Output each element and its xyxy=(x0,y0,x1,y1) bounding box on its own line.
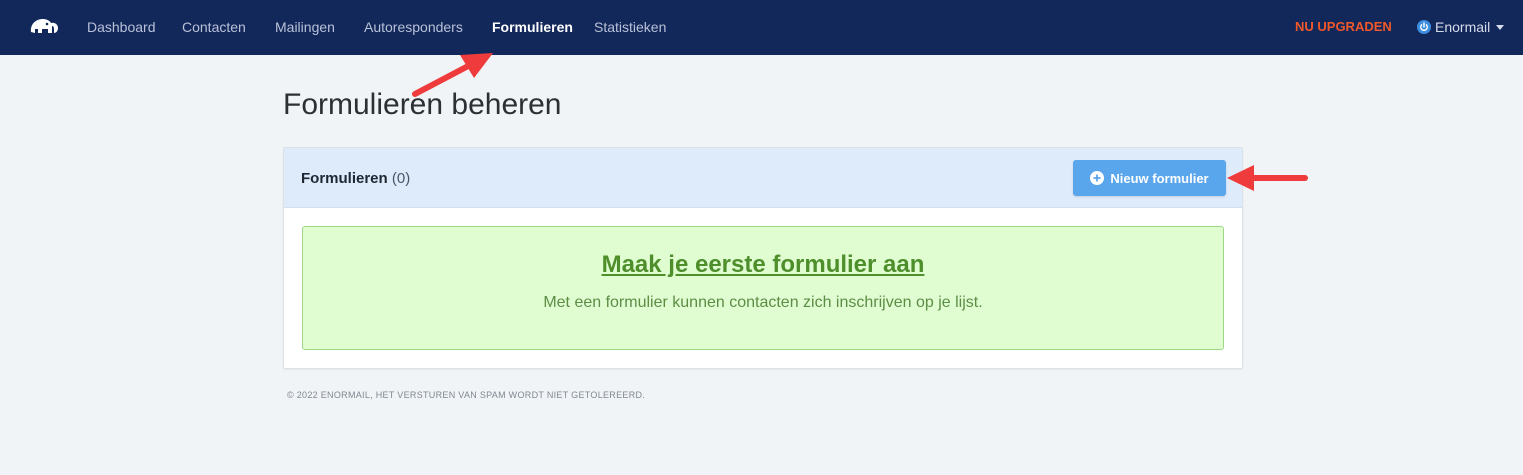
nav-contacten[interactable]: Contacten xyxy=(182,19,246,35)
nav-autoresponders[interactable]: Autoresponders xyxy=(364,19,463,35)
top-navbar: Dashboard Contacten Mailingen Autorespon… xyxy=(0,0,1523,55)
empty-state-subtitle: Met een formulier kunnen contacten zich … xyxy=(543,294,983,311)
panel-title: Formulieren (0) xyxy=(301,170,410,187)
account-name: Enormail xyxy=(1435,19,1491,35)
create-first-form-link[interactable]: Maak je eerste formulier aan xyxy=(303,251,1223,279)
elephant-logo-icon[interactable] xyxy=(27,14,61,38)
chevron-down-icon xyxy=(1496,24,1505,30)
nav-dashboard[interactable]: Dashboard xyxy=(87,19,156,35)
new-form-button-label: Nieuw formulier xyxy=(1110,170,1209,186)
panel-title-label: Formulieren xyxy=(301,170,388,187)
new-form-button[interactable]: Nieuw formulier xyxy=(1073,160,1226,196)
nav-statistieken[interactable]: Statistieken xyxy=(594,19,666,35)
page-title: Formulieren beheren xyxy=(283,88,562,121)
upgrade-link[interactable]: NU UPGRADEN xyxy=(1295,19,1392,34)
plus-circle-icon xyxy=(1090,171,1105,185)
nav-mailingen[interactable]: Mailingen xyxy=(275,19,335,35)
power-icon xyxy=(1417,20,1431,34)
forms-count: (0) xyxy=(391,170,411,187)
forms-panel: Formulieren (0) Nieuw formulier Maak je … xyxy=(283,147,1243,369)
nav-formulieren[interactable]: Formulieren xyxy=(492,19,573,35)
footer-copyright: © 2022 ENORMAIL, HET VERSTUREN VAN SPAM … xyxy=(287,390,646,400)
empty-state: Maak je eerste formulier aan Met een for… xyxy=(302,226,1224,350)
account-menu[interactable]: Enormail xyxy=(1417,17,1505,37)
panel-header: Formulieren (0) Nieuw formulier xyxy=(284,148,1242,208)
